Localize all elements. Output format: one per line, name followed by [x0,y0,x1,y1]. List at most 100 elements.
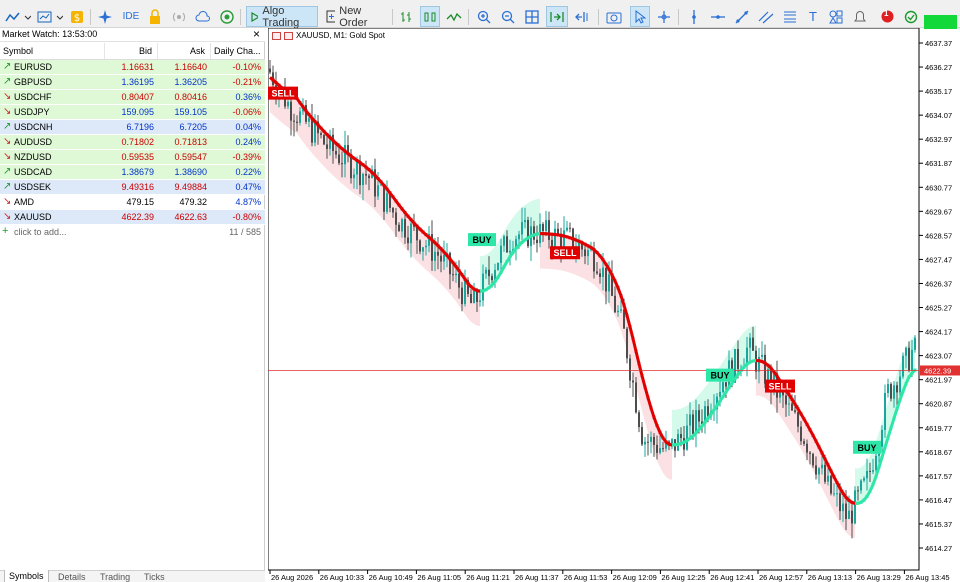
coin-button[interactable]: $ [68,6,86,27]
symbol-row[interactable]: ↘ NZDUSD 0.59535 0.59547 -0.39% [0,150,265,165]
toolbar-separator [392,9,393,25]
candles-button[interactable] [420,6,440,27]
plot-area[interactable] [268,28,920,571]
column-divider[interactable] [210,43,211,59]
daily-change: 0.36% [235,92,261,102]
column-bid[interactable]: Bid [139,46,152,56]
candle-body [497,262,499,270]
ide-button[interactable]: IDE [120,6,142,27]
notification-badge[interactable]: 1 [880,6,894,27]
tile-windows-button[interactable] [522,6,542,27]
candle-body [602,267,604,277]
candle-body [584,249,586,257]
template-icon [37,11,63,22]
crosshair-button[interactable] [654,6,674,27]
vps-button[interactable] [218,6,236,27]
symbol-row[interactable]: ↘ USDCHF 0.80407 0.80416 0.36% [0,90,265,105]
shapes-button[interactable] [826,6,846,27]
candle-body [596,271,598,274]
candle-body [269,68,271,73]
lock-button[interactable] [146,6,164,27]
new-order-button[interactable]: New Order [322,5,388,29]
candle-body [344,145,346,165]
auto-scroll-button[interactable] [546,6,568,27]
bid-price: 9.49316 [121,182,154,192]
notifications-button[interactable] [850,6,870,27]
column-divider[interactable] [157,43,158,59]
daily-change: -0.80% [232,212,261,222]
trendline-button[interactable] [732,6,752,27]
candle-body [758,356,760,372]
tab-details[interactable]: Details [58,572,86,582]
candle-body [509,250,511,253]
screenshot-button[interactable] [604,6,624,27]
tab-symbols[interactable]: Symbols [4,570,49,582]
time-tick-label: 26 Aug 12:09 [613,573,657,582]
column-ask[interactable]: Ask [190,46,205,56]
zoom-in-button[interactable] [474,6,494,27]
crosshair-icon [658,10,670,23]
time-tick-label: 26 Aug 10:49 [369,573,413,582]
chart-shift-button[interactable] [572,6,594,27]
signal-sell-label: SELL [271,89,295,99]
candle-body [872,470,874,472]
signal-sell-label: SELL [553,248,577,258]
templates-button[interactable] [36,6,64,27]
chart-type-button[interactable] [4,6,32,27]
bid-price: 4622.39 [121,212,154,222]
market-watch-panel: Market Watch: 13:53:00 × Symbol Bid Ask … [0,27,265,582]
zoom-out-button[interactable] [498,6,518,27]
symbol-row[interactable]: ↗ USDSEK 9.49316 9.49884 0.47% [0,180,265,195]
signal-buy-label: BUY [857,443,876,453]
market-watch-title: Market Watch: 13:53:00 [2,29,98,39]
vertical-line-button[interactable] [684,6,704,27]
symbol-row[interactable]: ↗ USDCAD 1.38679 1.38690 0.22% [0,165,265,180]
close-icon[interactable]: × [253,27,260,41]
horizontal-line-button[interactable] [708,6,728,27]
candle-body [893,385,895,399]
symbol-row[interactable]: ↗ USDCNH 6.7196 6.7205 0.04% [0,120,265,135]
candle-body [464,279,466,305]
add-symbol-row[interactable]: + click to add... 11 / 585 [0,225,265,240]
candle-body [719,391,721,397]
column-divider[interactable] [104,43,105,59]
symbol-row[interactable]: ↘ XAUUSD 4622.39 4622.63 -0.80% [0,210,265,225]
candle-body [617,310,619,313]
symbol-row[interactable]: ↗ EURUSD 1.16631 1.16640 -0.10% [0,60,265,75]
symbol-row[interactable]: ↘ AMD 479.15 479.32 4.87% [0,195,265,210]
cursor-button[interactable] [630,6,650,27]
price-chart[interactable]: 4637.37 4636.27 4635.17 4634.07 4632.97 4631.… [268,28,960,582]
ai-button[interactable] [96,6,114,27]
tab-ticks[interactable]: Ticks [144,572,165,582]
symbol-row[interactable]: ↘ USDJPY 159.095 159.105 -0.06% [0,105,265,120]
line-button[interactable] [444,6,464,27]
bar-chart-button[interactable] [396,6,416,27]
status-ok-button[interactable] [902,6,920,27]
chart-canvas[interactable]: 4637.37 4636.27 4635.17 4634.07 4632.97 4631.… [268,28,960,582]
candle-body [326,144,328,149]
text-icon: T [809,9,817,24]
signal-button[interactable] [170,6,188,27]
candle-body [620,309,622,311]
candle-body [737,349,739,370]
symbol-row[interactable]: ↘ AUDUSD 0.71802 0.71813 0.24% [0,135,265,150]
channel-button[interactable] [756,6,776,27]
svg-text:$: $ [74,13,80,24]
candle-body [887,384,889,393]
symbol-row[interactable]: ↗ GBPUSD 1.36195 1.36205 -0.21% [0,75,265,90]
bid-price: 1.16631 [121,62,154,72]
tab-trading[interactable]: Trading [100,572,130,582]
candle-body [788,403,790,405]
toolbar-separator [240,9,241,25]
text-button[interactable]: T [804,6,822,27]
arrow-up-icon: ↗ [3,166,12,177]
fibonacci-button[interactable] [780,6,800,27]
column-daily-change[interactable]: Daily Cha... [214,46,261,56]
signal-sell-label: SELL [768,382,792,392]
candle-body [392,207,394,213]
time-tick-label: 26 Aug 11:05 [417,573,461,582]
candle-body [632,380,634,383]
cloud-button[interactable] [194,6,212,27]
algo-trading-button[interactable]: Algo Trading [246,5,318,29]
column-symbol[interactable]: Symbol [3,46,33,56]
